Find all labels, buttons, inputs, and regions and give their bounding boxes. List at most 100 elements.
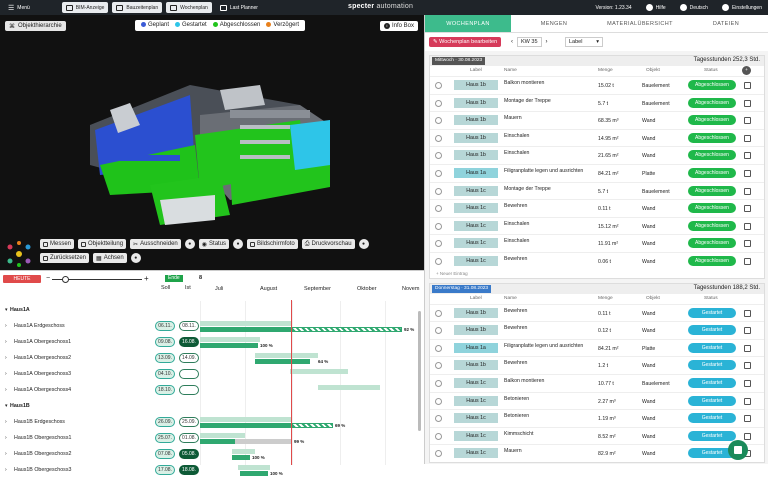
status-badge[interactable]: Abgeschlossen — [688, 185, 736, 196]
task-row[interactable]: Haus 1c Bewehren 0.06 t Wand Abgeschlossen — [430, 251, 764, 270]
task-checkbox[interactable] — [744, 152, 751, 160]
chevron-icon[interactable] — [435, 82, 442, 89]
status-badge[interactable]: Gestartet — [688, 430, 736, 441]
chevron-icon[interactable] — [435, 257, 442, 265]
task-checkbox[interactable] — [744, 82, 751, 89]
task-checkbox[interactable] — [744, 187, 751, 195]
task-checkbox[interactable] — [744, 397, 751, 405]
expand-icon[interactable]: › — [5, 371, 7, 377]
expand-icon[interactable]: ▾ — [5, 307, 8, 313]
status-badge[interactable]: Abgeschlossen — [688, 150, 736, 161]
task-checkbox[interactable] — [744, 344, 751, 352]
objekthierarchie-button[interactable]: ⌘ Objekthierarchie — [5, 21, 66, 31]
chevron-icon[interactable] — [435, 187, 442, 195]
gantt-bar-plan[interactable] — [200, 321, 292, 326]
status-badge[interactable]: Gestartet — [688, 413, 736, 424]
task-checkbox[interactable] — [744, 117, 751, 125]
gantt-row[interactable]: ▾ Haus1A — [0, 302, 424, 318]
language-button[interactable]: Deutsch — [679, 4, 708, 11]
chevron-icon[interactable] — [435, 117, 442, 125]
task-checkbox[interactable] — [744, 379, 751, 387]
edit-wochenplan-button[interactable]: ✎ Wochenplan bearbeiten — [429, 37, 502, 47]
expand-icon[interactable]: › — [5, 419, 7, 425]
status-badge[interactable]: Gestartet — [688, 325, 736, 336]
gantt-bar-plan[interactable] — [290, 369, 348, 374]
status-badge[interactable]: Abgeschlossen — [688, 80, 736, 90]
chevron-icon[interactable] — [435, 397, 442, 405]
gantt-row[interactable]: › Haus1B Obergeschoss2 07.08. 05.08. 100 % — [0, 446, 424, 462]
tab-mengen[interactable]: MENGEN — [511, 15, 597, 32]
gantt-bar-act[interactable] — [232, 455, 250, 460]
status-badge[interactable]: Abgeschlossen — [688, 238, 736, 249]
status-badge[interactable]: Abgeschlossen — [688, 220, 736, 231]
gantt-bar-act[interactable] — [255, 359, 310, 364]
chevron-icon[interactable] — [435, 309, 442, 317]
expand-icon[interactable]: › — [5, 387, 7, 393]
task-row[interactable]: Haus 1b Bewehren 1.2 t Wand Gestartet — [430, 356, 764, 374]
task-row[interactable]: Haus 1c Montage der Treppe 5.7 t Bauelement… — [430, 181, 764, 200]
chevron-icon[interactable] — [435, 169, 442, 177]
reset-button[interactable]: Zurücksetzen — [40, 253, 90, 263]
cut-button[interactable]: ✂ Ausschneiden — [130, 239, 181, 249]
expand-icon[interactable]: › — [5, 467, 7, 473]
task-checkbox[interactable] — [744, 309, 751, 317]
print-options-button[interactable]: ● — [358, 239, 369, 249]
task-row[interactable]: Haus 1c Betonieren 1.19 m³ Wand Gestartet — [430, 409, 764, 427]
gantt-bar-plan[interactable] — [238, 465, 270, 470]
bauzeitenplan-button[interactable]: Bauzeitenplan — [112, 2, 163, 13]
gantt-bar-plan[interactable] — [200, 433, 245, 438]
slider-minus[interactable]: − — [46, 275, 50, 282]
task-row[interactable]: Haus 1a Filigranplatte legen und ausricht… — [430, 338, 764, 357]
screenshot-button[interactable]: Bildschirmfoto — [247, 239, 298, 249]
chevron-icon[interactable] — [435, 327, 442, 335]
gantt-row[interactable]: › Haus1B Erdgeschoss 26.09. 25.09. 69 % — [0, 414, 424, 430]
chevron-icon[interactable] — [435, 362, 442, 370]
chevron-icon[interactable] — [435, 205, 442, 213]
chevron-icon[interactable] — [435, 222, 442, 230]
gantt-bar-plan[interactable] — [200, 417, 292, 422]
task-checkbox[interactable] — [744, 257, 751, 265]
status-badge[interactable]: Gestartet — [688, 342, 736, 353]
task-checkbox[interactable] — [744, 169, 751, 177]
gantt-row[interactable]: › Haus1B Obergeschoss3 17.08. 18.08. 100 % — [0, 462, 424, 478]
settings-button[interactable]: Einstellungen — [721, 4, 762, 11]
tab-wochenplan[interactable]: WOCHENPLAN — [425, 15, 511, 32]
gantt-row[interactable]: › Haus1A Obergeschoss1 09.08. 16.08. 100 % — [0, 334, 424, 350]
add-icon[interactable]: + — [742, 66, 751, 75]
task-checkbox[interactable] — [744, 240, 751, 248]
status-badge[interactable]: Abgeschlossen — [688, 255, 736, 266]
end-toggle[interactable]: Ende — [165, 275, 183, 282]
gantt-row[interactable]: › Haus1B Obergeschoss1 25.07. 01.08. 99 % — [0, 430, 424, 446]
gantt-bar-plan[interactable] — [318, 385, 380, 390]
last-planner-button[interactable]: Last Planner — [216, 2, 262, 13]
print-preview-button[interactable]: ⎙ Druckvorschau — [301, 239, 355, 249]
gantt-bar-gray[interactable] — [235, 439, 292, 444]
task-checkbox[interactable] — [744, 362, 751, 370]
expand-icon[interactable]: › — [5, 451, 7, 457]
gantt-bar-plan[interactable] — [255, 353, 318, 358]
task-row[interactable]: Haus 1b Bewehren 0.12 t Wand Gestartet — [430, 321, 764, 339]
status-badge[interactable]: Abgeschlossen — [688, 203, 736, 214]
wochenplan-button[interactable]: Wochenplan — [166, 2, 212, 13]
task-row[interactable]: Haus 1c Einschalen 11.91 m² Wand Abgeschloss… — [430, 234, 764, 252]
chevron-icon[interactable] — [435, 344, 442, 352]
status-badge[interactable]: Gestartet — [688, 307, 736, 318]
status-badge[interactable]: Gestartet — [688, 360, 736, 371]
gantt-row[interactable]: › Haus1A Obergeschoss4 18.10. — [0, 382, 424, 398]
task-row[interactable]: Haus 1b Einschalen 21.65 m² Wand Abgeschloss… — [430, 146, 764, 164]
week-selector[interactable]: KW 35 — [517, 37, 542, 47]
gantt-bar-act[interactable] — [200, 343, 258, 348]
slider-plus[interactable]: + — [144, 274, 149, 283]
task-checkbox[interactable] — [744, 205, 751, 213]
slider-knob[interactable] — [62, 276, 69, 283]
task-row[interactable]: Haus 1c Betonieren 2.27 m³ Wand Gestartet — [430, 391, 764, 410]
gantt-bar-act[interactable] — [240, 471, 268, 476]
task-row[interactable]: Haus 1b Balkon montieren 15.02 t Bauelement… — [430, 76, 764, 94]
zoom-slider[interactable]: − + — [46, 274, 149, 283]
chevron-icon[interactable] — [435, 240, 442, 248]
chevron-icon[interactable] — [435, 134, 442, 142]
nav-cube-icon[interactable] — [4, 239, 34, 269]
status-badge[interactable]: Abgeschlossen — [688, 167, 736, 178]
axes-button[interactable]: ▦ Achsen — [93, 253, 127, 263]
status-badge[interactable]: Gestartet — [688, 377, 736, 388]
